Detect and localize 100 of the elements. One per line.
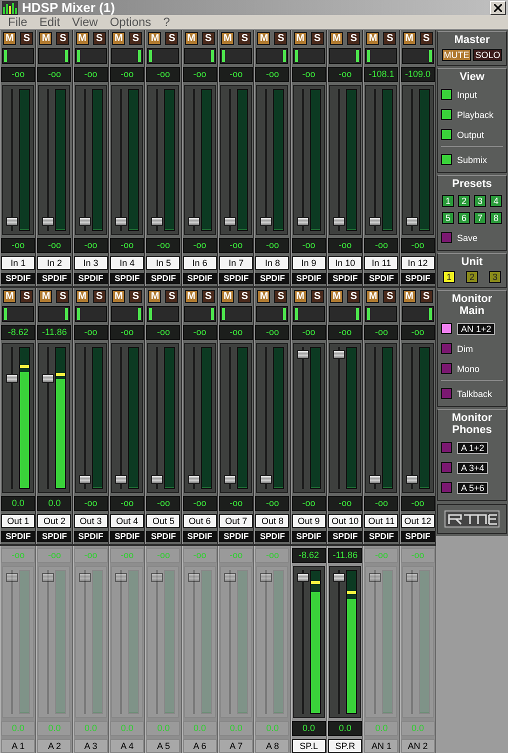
s-button[interactable]: S: [56, 32, 70, 45]
toggle-led[interactable]: [441, 482, 452, 493]
pan-display[interactable]: [402, 306, 434, 322]
fader-handle[interactable]: [224, 216, 236, 226]
s-button[interactable]: S: [165, 290, 178, 303]
channel-name[interactable]: In 6: [182, 256, 217, 270]
channel-name[interactable]: Out 11: [364, 514, 398, 528]
fader-handle[interactable]: [369, 474, 382, 484]
toggle-led[interactable]: [441, 129, 452, 140]
output-select[interactable]: A 3+4: [457, 462, 488, 474]
pan-display[interactable]: [220, 48, 252, 64]
s-button[interactable]: S: [310, 290, 324, 303]
source-label[interactable]: SPDIF: [110, 273, 144, 284]
channel-name[interactable]: In 5: [146, 256, 180, 270]
m-button[interactable]: M: [148, 32, 162, 45]
s-button[interactable]: S: [238, 32, 252, 45]
preset-button[interactable]: 2: [458, 195, 470, 207]
fader-handle[interactable]: [369, 216, 382, 226]
pan-display[interactable]: [365, 306, 398, 322]
s-button[interactable]: S: [202, 32, 215, 45]
menu-item[interactable]: Edit: [39, 15, 60, 29]
channel-name[interactable]: In 1: [1, 256, 36, 270]
fader-handle[interactable]: [260, 474, 272, 484]
pan-display[interactable]: [38, 48, 70, 64]
s-button[interactable]: S: [129, 290, 142, 303]
source-label[interactable]: SPDIF: [328, 531, 362, 542]
fader-handle[interactable]: [78, 216, 91, 226]
toggle-led[interactable]: [441, 363, 452, 374]
fader-handle[interactable]: [6, 374, 18, 383]
preset-button[interactable]: 6: [458, 212, 470, 224]
m-button[interactable]: M: [366, 290, 380, 303]
source-label[interactable]: SPDIF: [182, 273, 217, 284]
toggle-led[interactable]: [441, 89, 452, 100]
channel-name[interactable]: In 8: [255, 256, 290, 270]
m-button[interactable]: M: [112, 32, 126, 45]
source-label[interactable]: SPDIF: [364, 273, 398, 284]
pan-display[interactable]: [147, 306, 180, 322]
source-label[interactable]: SPDIF: [219, 273, 254, 284]
s-button[interactable]: S: [383, 290, 396, 303]
output-select[interactable]: AN 1+2: [457, 322, 496, 334]
channel-name[interactable]: In 11: [364, 256, 398, 270]
source-label[interactable]: SPDIF: [255, 273, 290, 284]
m-button[interactable]: M: [257, 32, 270, 45]
channel-name[interactable]: Out 1: [1, 514, 36, 528]
m-button[interactable]: M: [112, 290, 126, 303]
pan-display[interactable]: [74, 48, 107, 64]
source-label[interactable]: SPDIF: [255, 531, 290, 542]
menu-item[interactable]: File: [8, 15, 28, 29]
menu-item[interactable]: Options: [110, 15, 152, 29]
s-button[interactable]: S: [274, 32, 288, 45]
source-label[interactable]: SPDIF: [74, 531, 108, 542]
m-button[interactable]: M: [221, 290, 234, 303]
channel-name[interactable]: SP.L: [292, 739, 326, 753]
m-button[interactable]: M: [402, 32, 416, 45]
source-label[interactable]: SPDIF: [328, 273, 362, 284]
pan-display[interactable]: [184, 306, 216, 322]
pan-display[interactable]: [292, 48, 325, 64]
source-label[interactable]: SPDIF: [400, 531, 435, 542]
fader-handle[interactable]: [296, 350, 309, 359]
pan-display[interactable]: [402, 48, 434, 64]
channel-name[interactable]: In 9: [292, 256, 326, 270]
source-label[interactable]: SPDIF: [37, 531, 72, 542]
pan-display[interactable]: [329, 48, 362, 64]
s-button[interactable]: S: [420, 290, 433, 303]
toggle-led[interactable]: [441, 442, 452, 453]
channel-name[interactable]: Out 7: [219, 514, 254, 528]
fader-handle[interactable]: [42, 374, 54, 383]
channel-name[interactable]: In 10: [328, 256, 362, 270]
source-label[interactable]: SPDIF: [219, 531, 254, 542]
channel-name[interactable]: Out 6: [182, 514, 217, 528]
fader-handle[interactable]: [296, 572, 309, 582]
source-label[interactable]: SPDIF: [146, 273, 180, 284]
m-button[interactable]: M: [39, 290, 52, 303]
fader-handle[interactable]: [333, 350, 346, 359]
s-button[interactable]: S: [92, 290, 106, 303]
s-button[interactable]: S: [383, 32, 396, 45]
s-button[interactable]: S: [20, 32, 34, 45]
m-button[interactable]: M: [294, 32, 307, 45]
m-button[interactable]: M: [221, 32, 234, 45]
fader-handle[interactable]: [115, 216, 128, 226]
fader-handle[interactable]: [151, 216, 164, 226]
pan-display[interactable]: [256, 48, 288, 64]
source-label[interactable]: SPDIF: [292, 273, 326, 284]
s-button[interactable]: S: [202, 290, 215, 303]
toggle-led[interactable]: [441, 154, 452, 165]
m-button[interactable]: M: [402, 290, 416, 303]
source-label[interactable]: SPDIF: [74, 273, 108, 284]
fader-handle[interactable]: [333, 572, 346, 582]
pan-display[interactable]: [38, 306, 70, 322]
m-button[interactable]: M: [294, 290, 307, 303]
channel-name[interactable]: Out 9: [292, 514, 326, 528]
fader-handle[interactable]: [42, 216, 54, 226]
pan-display[interactable]: [220, 306, 252, 322]
unit-button[interactable]: 2: [466, 271, 478, 283]
s-button[interactable]: S: [165, 32, 178, 45]
channel-name[interactable]: Out 10: [328, 514, 362, 528]
source-label[interactable]: SPDIF: [146, 531, 180, 542]
toggle-led[interactable]: [441, 462, 452, 473]
preset-button[interactable]: 8: [490, 212, 502, 224]
fader-handle[interactable]: [406, 216, 418, 226]
